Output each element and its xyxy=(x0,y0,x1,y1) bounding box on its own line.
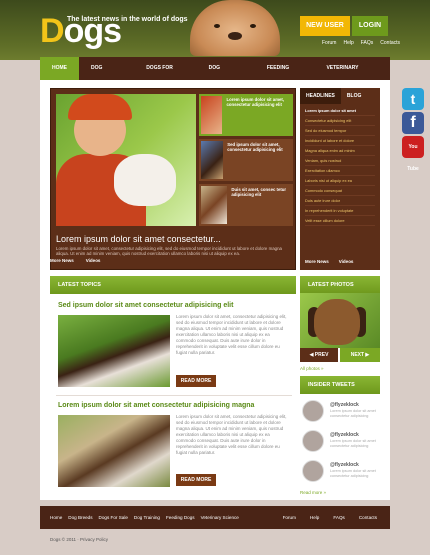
headline-item[interactable]: Laboris nisi ut aliquip ex ea xyxy=(305,176,375,186)
more-news-link[interactable]: More News xyxy=(50,258,74,263)
featured-image[interactable] xyxy=(56,94,196,226)
topic-title[interactable]: Lorem ipsum dolor sit amet consectetur a… xyxy=(58,402,254,409)
nav-home[interactable]: HOME xyxy=(40,57,79,80)
footer-link-dog-breeds[interactable]: Dog Breeds xyxy=(65,506,95,529)
footer-link-forum[interactable]: Forum xyxy=(280,506,299,529)
twitter-icon[interactable]: t xyxy=(402,88,424,110)
headline-item[interactable]: Velit esse cillum dolore xyxy=(305,216,375,226)
latest-topics-header: LATEST TOPICS xyxy=(50,276,296,294)
read-more-button[interactable]: READ MORE xyxy=(176,375,216,387)
topic-title[interactable]: Sed ipsum dolor sit amet consectetur adi… xyxy=(58,302,233,309)
copyright: Dogs © 2011 · Privacy Policy xyxy=(50,537,109,542)
footer-link-feeding-dogs[interactable]: Feeding Dogs xyxy=(163,506,198,529)
avatar xyxy=(302,400,324,422)
featured-title[interactable]: Lorem ipsum dolor sit amet consectetur..… xyxy=(56,234,296,244)
featured-news: Lorem ipsum dolor sit amet, consectetur … xyxy=(50,88,296,270)
facebook-icon[interactable]: f xyxy=(402,112,424,134)
headlines-list: Lorem ipsum dolor sit amet Consectetur a… xyxy=(300,104,380,228)
headline-item[interactable]: Lorem ipsum dolor sit amet xyxy=(305,106,375,116)
top-link-forum[interactable]: Forum xyxy=(322,40,336,46)
footer-link-contacts[interactable]: Contacts xyxy=(356,506,380,529)
divider xyxy=(56,395,292,396)
headlines-footer: More News Videos xyxy=(305,259,353,264)
headline-item[interactable]: In reprehenderit in voluptate xyxy=(305,206,375,216)
top-links: Forum Help FAQs Contacts xyxy=(322,40,400,46)
featured-thumbs: Lorem ipsum dolor sit amet, consectetur … xyxy=(199,94,293,229)
topic-text: Lorem ipsum dolor sit amet, consectetur … xyxy=(176,314,287,355)
headlines-tabs: HEADLINES BLOG xyxy=(300,88,380,104)
latest-photos-header: LATEST PHOTOS xyxy=(300,276,380,294)
latest-photo[interactable] xyxy=(300,293,380,348)
featured-thumb[interactable]: Lorem ipsum dolor sit amet, consectetur … xyxy=(199,94,293,136)
nav-dogs-for-sale[interactable]: DOGS FOR SALE xyxy=(134,57,196,94)
tweet-item[interactable]: @flyzeklock Lorem ipsum dolor sit amet c… xyxy=(300,460,380,486)
avatar xyxy=(302,430,324,452)
top-link-contacts[interactable]: Contacts xyxy=(380,40,400,46)
new-user-button[interactable]: NEW USER xyxy=(300,16,350,36)
headline-item[interactable]: Commodo consequat xyxy=(305,186,375,196)
tab-blog[interactable]: BLOG xyxy=(341,88,367,104)
headline-item[interactable]: Duis aute irure dolor xyxy=(305,196,375,206)
dog-banner-image xyxy=(190,0,280,56)
avatar xyxy=(302,460,324,482)
headline-item[interactable]: Incididunt ut labore et dolore xyxy=(305,136,375,146)
main-nav: HOME DOG BREEDS DOGS FOR SALE DOG TRAINI… xyxy=(40,57,390,94)
videos-link[interactable]: Videos xyxy=(86,258,101,263)
footer-nav: Home Dog Breeds Dogs For Sale Dog Traini… xyxy=(40,506,390,529)
featured-thumb[interactable]: Duis sit amet, consec tetur adipisicing … xyxy=(199,184,293,226)
featured-thumb[interactable]: Sed ipsum dolor sit amet, consectetur ad… xyxy=(199,139,293,181)
featured-description: Lorem ipsum dolor sit amet, consectetur … xyxy=(56,246,282,257)
footer-link-veterinary-science[interactable]: Veterinary Science xyxy=(198,506,242,529)
insider-tweets-header: INSIDER TWEETS xyxy=(300,376,380,394)
footer-link-help[interactable]: Help xyxy=(307,506,322,529)
tab-headlines[interactable]: HEADLINES xyxy=(300,88,341,104)
topic-text: Lorem ipsum dolor sit amet, consectetur … xyxy=(176,414,287,455)
nav-dog-breeds[interactable]: DOG BREEDS xyxy=(79,57,134,94)
tweet-item[interactable]: @flyzeklock Lorem ipsum dolor sit amet c… xyxy=(300,400,380,426)
headlines-box: HEADLINES BLOG Lorem ipsum dolor sit ame… xyxy=(300,88,380,270)
headline-item[interactable]: Veniam, quis nostrud xyxy=(305,156,375,166)
headline-item[interactable]: Exercitation ullamco xyxy=(305,166,375,176)
tagline: The latest news in the world of dogs xyxy=(67,16,188,23)
headline-item[interactable]: Consectetur adipisicing elit xyxy=(305,116,375,126)
read-more-button[interactable]: READ MORE xyxy=(176,474,216,486)
header: Dogs The latest news in the world of dog… xyxy=(0,0,430,60)
tweet-item[interactable]: @flyzeklock Lorem ipsum dolor sit amet c… xyxy=(300,430,380,456)
topic-image[interactable] xyxy=(58,415,170,487)
next-photo-button[interactable]: NEXT ▶ xyxy=(340,348,380,362)
nav-feeding-dogs[interactable]: FEEDING DOGS xyxy=(255,57,315,94)
footer-link-faqs[interactable]: FAQs xyxy=(330,506,348,529)
youtube-icon[interactable]: You Tube xyxy=(402,136,424,172)
footer-right-links: Forum Help FAQs Contacts xyxy=(280,506,390,529)
headlines-videos-link[interactable]: Videos xyxy=(339,259,354,264)
prev-photo-button[interactable]: ◀ PREV xyxy=(300,348,338,362)
footer-link-home[interactable]: Home xyxy=(40,506,65,529)
featured-links: More News Videos xyxy=(50,258,100,263)
tweets-read-more-link[interactable]: Read more » xyxy=(300,490,326,495)
headlines-more-news-link[interactable]: More News xyxy=(305,259,329,264)
headline-item[interactable]: Sed do eiusmod tempor xyxy=(305,126,375,136)
all-photos-link[interactable]: All photos » xyxy=(300,366,324,371)
top-link-faqs[interactable]: FAQs xyxy=(361,40,374,46)
headline-item[interactable]: Magna aliqua enim ad minim xyxy=(305,146,375,156)
footer-link-dog-training[interactable]: Dog Training xyxy=(131,506,163,529)
topic-image[interactable] xyxy=(58,315,170,387)
login-button[interactable]: LOGIN xyxy=(352,16,388,36)
nav-veterinary-science[interactable]: VETERINARY SCIENCE xyxy=(314,57,390,94)
footer-link-dogs-for-sale[interactable]: Dogs For Sale xyxy=(96,506,131,529)
top-link-help[interactable]: Help xyxy=(343,40,353,46)
nav-dog-training[interactable]: DOG TRAINING xyxy=(197,57,255,94)
